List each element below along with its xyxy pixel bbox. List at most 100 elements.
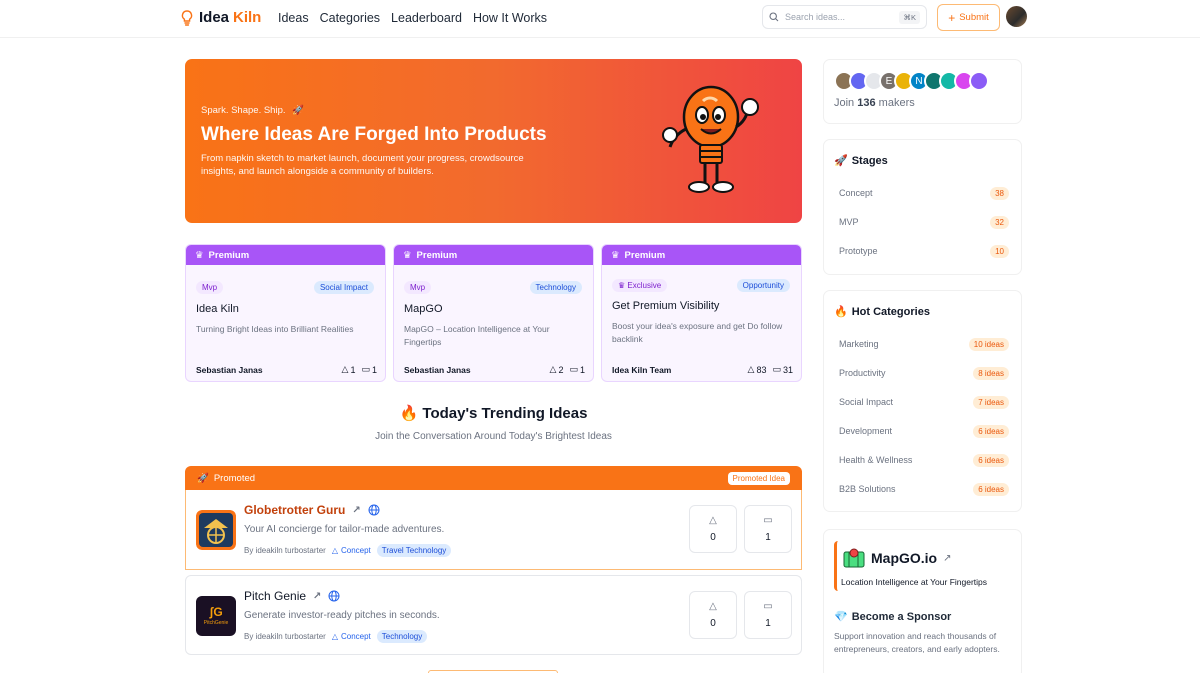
premium-card[interactable]: ♛ Premium ♛ Exclusive Opportunity Get Pre… xyxy=(601,244,802,382)
crown-icon: ♛ xyxy=(618,281,628,290)
stage-chip[interactable]: △ Concept xyxy=(332,546,371,555)
stage-label: Concept xyxy=(340,632,371,641)
rocket-icon: 🚀 xyxy=(834,155,848,167)
category-item-marketing[interactable]: Marketing 10 ideas xyxy=(829,333,1015,355)
search-input[interactable]: Search ideas... ⌘K xyxy=(762,5,927,29)
nav-categories[interactable]: Categories xyxy=(320,11,380,25)
stage-badge: Mvp xyxy=(196,281,224,294)
globetrotter-logo xyxy=(196,510,236,550)
join-makers-text: Join 136 makers xyxy=(834,97,915,109)
category-chip[interactable]: Travel Technology xyxy=(376,544,452,557)
crown-icon: ♛ xyxy=(403,249,412,261)
join-prefix: Join xyxy=(834,97,855,109)
upvote-icon: △ xyxy=(709,515,717,526)
trending-heading: 🔥 Today's Trending Ideas xyxy=(185,404,802,422)
sponsor-name: MapGO.io xyxy=(871,550,938,566)
category-chip[interactable]: Technology xyxy=(376,630,428,643)
stage-label: MVP xyxy=(839,217,859,227)
idea-title[interactable]: Pitch Genie xyxy=(244,589,306,603)
category-label: Productivity xyxy=(839,368,886,378)
premium-card[interactable]: ♛ Premium Mvp Technology MapGO MapGO – Lo… xyxy=(393,244,594,382)
comment-count: 31 xyxy=(782,364,793,375)
idea-author: By ideakiln turbostarter xyxy=(244,632,326,641)
premium-card-author: Sebastian Janas xyxy=(404,365,471,375)
sponsor-highlight[interactable]: MapGO.io ↗ Location Intelligence at Your… xyxy=(834,541,1011,591)
brand-word-1: Idea xyxy=(199,9,230,26)
external-link-icon[interactable]: ↗ xyxy=(943,553,951,564)
premium-card-title: MapGO xyxy=(404,303,443,315)
exclusive-badge: ♛ Exclusive xyxy=(612,279,668,292)
stage-item-prototype[interactable]: Prototype 10 xyxy=(829,240,1015,262)
external-link-icon[interactable]: ↗ xyxy=(352,505,360,516)
premium-label: Premium xyxy=(208,249,250,261)
stage-chip[interactable]: △ Concept xyxy=(332,632,371,641)
main-nav: Ideas Categories Leaderboard How It Work… xyxy=(278,11,547,25)
comment-stat: ▭ 1 xyxy=(361,364,377,375)
submit-button[interactable]: + Submit xyxy=(937,4,1000,31)
sponsor-card: MapGO.io ↗ Location Intelligence at Your… xyxy=(823,529,1022,673)
comment-icon: ▭ xyxy=(569,364,578,374)
upvote-button[interactable]: △ 0 xyxy=(689,505,737,553)
idea-description: Your AI concierge for tailor-made advent… xyxy=(244,524,445,535)
idea-row[interactable]: Globetrotter Guru ↗ Your AI concierge fo… xyxy=(185,490,802,570)
stages-card: 🚀 Stages Concept 38 MVP 32 Prototype 10 xyxy=(823,139,1022,275)
idea-meta: By ideakiln turbostarter △ Concept Travel… xyxy=(244,544,452,557)
category-count: 6 ideas xyxy=(973,453,1009,467)
triangle-icon: △ xyxy=(331,546,338,555)
category-count: 6 ideas xyxy=(973,482,1009,496)
premium-header: ♛ Premium xyxy=(602,245,801,265)
hero-tagline: Spark. Shape. Ship. xyxy=(201,105,286,116)
category-count: 7 ideas xyxy=(973,395,1009,409)
upvote-icon: △ xyxy=(709,601,717,612)
promoted-label: Promoted xyxy=(213,473,256,484)
crown-icon: ♛ xyxy=(611,249,620,261)
upvote-count: 1 xyxy=(350,364,356,375)
premium-card-title: Get Premium Visibility xyxy=(612,300,720,312)
hot-categories-heading: 🔥 Hot Categories xyxy=(834,305,930,319)
comment-count: 1 xyxy=(579,364,585,375)
upvote-button[interactable]: △ 0 xyxy=(689,591,737,639)
idea-row[interactable]: ʃG PitchGenie Pitch Genie ↗ Generate inv… xyxy=(185,575,802,655)
stage-item-concept[interactable]: Concept 38 xyxy=(829,182,1015,204)
category-item-b2b-solutions[interactable]: B2B Solutions 6 ideas xyxy=(829,478,1015,500)
comment-button[interactable]: ▭ 1 xyxy=(744,591,792,639)
submit-label: Submit xyxy=(959,12,989,23)
brand-logo[interactable]: Idea Kiln xyxy=(181,9,261,26)
premium-card-title: Idea Kiln xyxy=(196,303,239,315)
nav-ideas[interactable]: Ideas xyxy=(278,11,309,25)
stage-label: Concept xyxy=(340,546,371,555)
premium-label: Premium xyxy=(624,249,666,261)
nav-how-it-works[interactable]: How It Works xyxy=(473,11,547,25)
makers-count: 136 xyxy=(857,97,876,109)
stage-item-mvp[interactable]: MVP 32 xyxy=(829,211,1015,233)
globe-icon[interactable] xyxy=(328,590,340,602)
lightbulb-icon xyxy=(181,9,193,26)
external-link-icon[interactable]: ↗ xyxy=(313,591,321,602)
premium-card-author: Sebastian Janas xyxy=(196,365,263,375)
globe-icon[interactable] xyxy=(368,504,380,516)
crown-icon: ♛ xyxy=(195,249,204,261)
nav-leaderboard[interactable]: Leaderboard xyxy=(391,11,462,25)
category-item-development[interactable]: Development 6 ideas xyxy=(829,420,1015,442)
category-item-social-impact[interactable]: Social Impact 7 ideas xyxy=(829,391,1015,413)
premium-card-stats: △ 1 ▭ 1 xyxy=(342,364,377,375)
triangle-icon: △ xyxy=(331,632,338,641)
maker-avatars[interactable]: E N xyxy=(834,71,989,91)
comment-count: 1 xyxy=(765,618,771,629)
sponsor-tagline: Location Intelligence at Your Fingertips xyxy=(841,577,988,587)
fire-icon: 🔥 xyxy=(834,306,848,318)
stages-heading: 🚀 Stages xyxy=(834,154,888,168)
comment-button[interactable]: ▭ 1 xyxy=(744,505,792,553)
premium-card-author: Idea Kiln Team xyxy=(612,365,672,375)
user-avatar[interactable] xyxy=(1006,6,1027,27)
comment-count: 1 xyxy=(371,364,377,375)
idea-meta: By ideakiln turbostarter △ Concept Techno… xyxy=(244,630,428,643)
premium-card[interactable]: ♛ Premium Mvp Social Impact Idea Kiln Tur… xyxy=(185,244,386,382)
stage-label: Prototype xyxy=(839,246,878,256)
map-icon xyxy=(843,548,865,568)
category-item-health-wellness[interactable]: Health & Wellness 6 ideas xyxy=(829,449,1015,471)
idea-title[interactable]: Globetrotter Guru xyxy=(244,503,345,517)
category-item-productivity[interactable]: Productivity 8 ideas xyxy=(829,362,1015,384)
comment-icon: ▭ xyxy=(763,515,773,526)
idea-author: By ideakiln turbostarter xyxy=(244,546,326,555)
